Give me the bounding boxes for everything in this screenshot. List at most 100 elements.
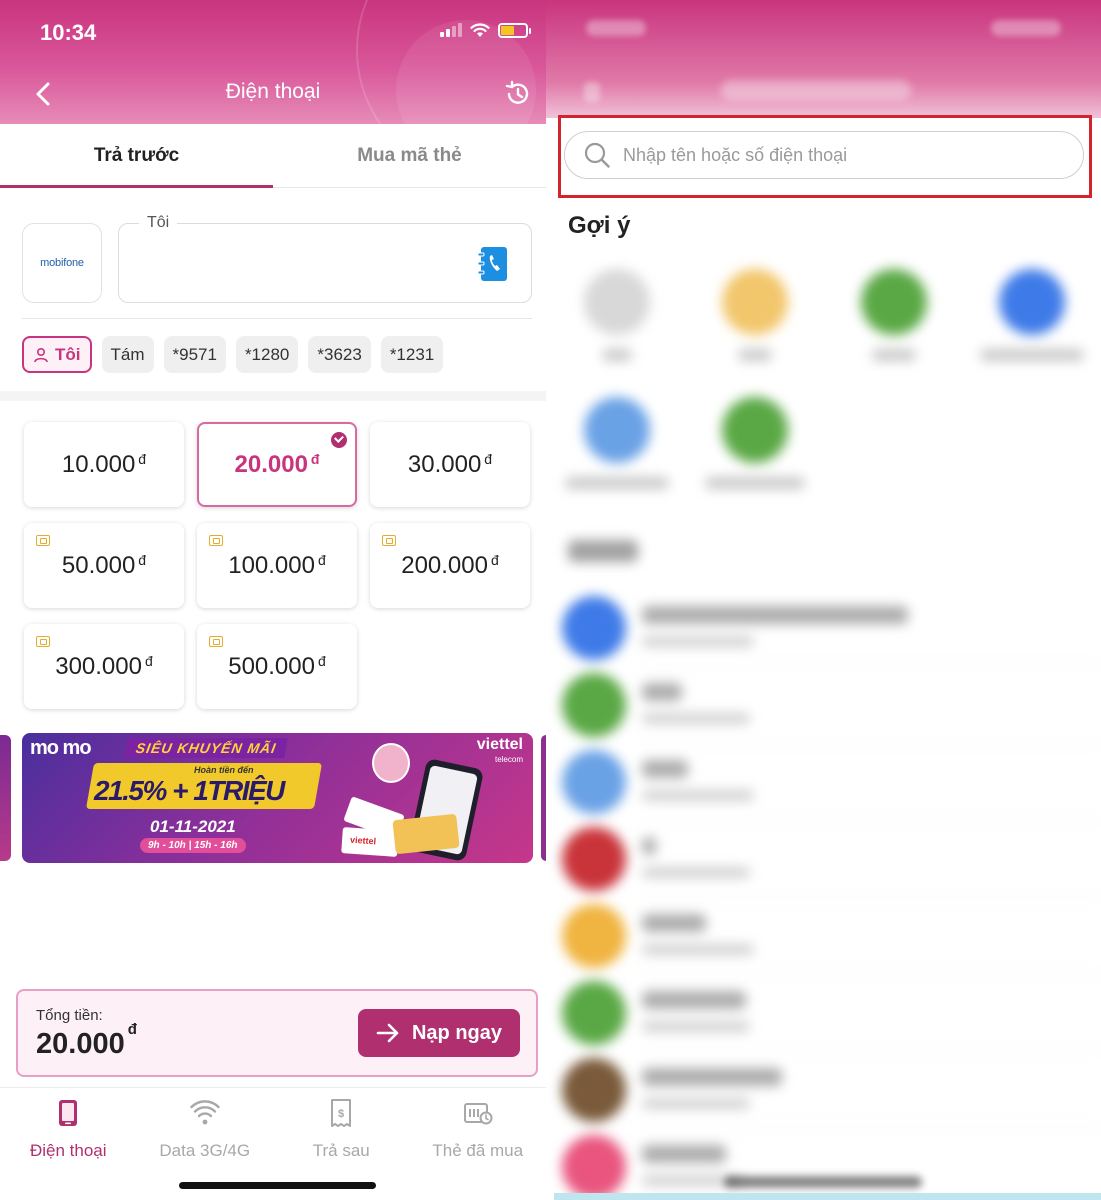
- topup-now-button[interactable]: Nạp ngay: [358, 1009, 520, 1057]
- voucher-icon: [209, 535, 223, 546]
- contact-row[interactable]: [562, 667, 1101, 743]
- avatar: [562, 1058, 626, 1122]
- currency-symbol: đ: [138, 551, 147, 568]
- chip-contact[interactable]: *9571: [163, 336, 226, 373]
- chip-contact[interactable]: *1231: [380, 336, 444, 373]
- tab-bar: Trả trước Mua mã thẻ: [0, 124, 546, 188]
- contact-row[interactable]: [562, 898, 1101, 974]
- voucher-icon: [36, 636, 50, 647]
- contact-book-icon[interactable]: [477, 246, 509, 282]
- suggested-contacts: [546, 265, 1101, 495]
- card-brand-text: viettel: [349, 834, 377, 847]
- suggested-contact[interactable]: [690, 269, 820, 361]
- suggested-contact[interactable]: [829, 269, 959, 361]
- chip-contact[interactable]: *1280: [235, 336, 299, 373]
- amount-option[interactable]: 10.000 đ: [24, 422, 184, 507]
- divider: [642, 973, 1101, 974]
- amount-option[interactable]: 500.000 đ: [197, 624, 357, 709]
- nav-purchased-cards[interactable]: Thẻ đã mua: [410, 1088, 547, 1200]
- recent-contacts-chips: Tôi Tám *9571 *1280 *3623 *1231: [22, 336, 444, 373]
- avatar: [562, 596, 626, 660]
- chip-me[interactable]: Tôi: [22, 336, 92, 373]
- amount-value: 30.000: [407, 450, 482, 478]
- contact-phone-blurred: [642, 636, 754, 647]
- back-button-blurred[interactable]: [584, 82, 600, 102]
- voucher-icon: [36, 535, 50, 546]
- currency-symbol: đ: [484, 450, 493, 467]
- all-contacts-title-blurred: [568, 540, 638, 562]
- avatar: [584, 397, 650, 463]
- amount-value: 100.000: [228, 551, 315, 579]
- carrier-selector[interactable]: mobifone: [22, 223, 102, 303]
- nav-phone[interactable]: Điện thoại: [0, 1088, 137, 1200]
- avatar: [722, 397, 788, 463]
- contact-name-blurred: [642, 606, 908, 624]
- cellular-signal-icon: [440, 23, 462, 37]
- currency-symbol: đ: [490, 551, 499, 568]
- sim-card-illustration: viettel: [341, 827, 399, 857]
- divider: [642, 665, 1101, 666]
- status-icons: [440, 22, 531, 38]
- currency-symbol: đ: [144, 652, 153, 669]
- amount-value: 500.000: [228, 652, 315, 680]
- amount-option[interactable]: 50.000 đ: [24, 523, 184, 608]
- avatar: [562, 1135, 626, 1199]
- suggested-contact[interactable]: [552, 397, 682, 489]
- svg-text:$: $: [338, 1108, 344, 1120]
- wifi-status-icon: [470, 23, 490, 37]
- viettel-logo-sub: telecom: [494, 755, 523, 764]
- currency-symbol: đ: [317, 652, 326, 669]
- tab-buy-card-code[interactable]: Mua mã thẻ: [273, 124, 546, 187]
- contact-row[interactable]: [562, 821, 1101, 897]
- tab-prepaid[interactable]: Trả trước: [0, 124, 273, 188]
- chip-contact[interactable]: *3623: [308, 336, 371, 373]
- suggested-contact[interactable]: [552, 269, 682, 361]
- person-icon: [34, 347, 48, 362]
- amount-value: 50.000: [61, 551, 136, 579]
- avatar: [562, 673, 626, 737]
- promo-banner[interactable]: mo mo viettel telecom SIÊU KHUYẾN MÃI Ho…: [22, 733, 533, 863]
- prev-banner-peek[interactable]: [0, 735, 11, 861]
- suggested-contact[interactable]: [967, 269, 1097, 361]
- section-separator: [0, 391, 546, 401]
- history-icon[interactable]: [504, 80, 532, 108]
- amount-option[interactable]: 30.000 đ: [370, 422, 530, 507]
- amount-option[interactable]: 100.000 đ: [197, 523, 357, 608]
- divider: [642, 742, 1101, 743]
- contact-row[interactable]: [562, 1052, 1101, 1128]
- currency-symbol: đ: [310, 450, 320, 467]
- nav-label: Điện thoại: [29, 1141, 107, 1160]
- contact-row[interactable]: [562, 744, 1101, 820]
- mascot-illustration: [372, 743, 410, 783]
- contact-row[interactable]: [562, 590, 1101, 666]
- basket-illustration: [392, 813, 460, 855]
- divider: [642, 819, 1101, 820]
- choose-recipient-screen: Gợi ý: [546, 0, 1101, 1200]
- phone-number-field[interactable]: Tôi: [118, 214, 532, 303]
- chip-label: Tôi: [55, 345, 81, 364]
- contact-row[interactable]: [562, 975, 1101, 1051]
- amount-option[interactable]: 300.000 đ: [24, 624, 184, 709]
- arrow-right-icon: [376, 1023, 399, 1043]
- bottom-band: [554, 1193, 1101, 1200]
- amount-value: 300.000: [55, 652, 142, 680]
- avatar: [562, 750, 626, 814]
- amount-grid: 10.000 đ 20.000 đ 30.000 đ 50.000 đ 100.000 đ 200.…: [24, 422, 532, 709]
- scroll-indicator: [724, 1176, 922, 1188]
- divider: [642, 896, 1101, 897]
- contact-name-blurred: [642, 837, 656, 855]
- purchased-cards-icon: [463, 1103, 493, 1125]
- suggested-contact[interactable]: [690, 397, 820, 489]
- contact-row[interactable]: [562, 1129, 1101, 1200]
- nav-label: Thẻ đã mua: [432, 1141, 524, 1160]
- contact-name-blurred: [642, 914, 706, 932]
- suggestions-title: Gợi ý: [568, 212, 631, 239]
- chip-contact[interactable]: Tám: [101, 336, 154, 373]
- contact-name-blurred: [642, 991, 746, 1009]
- divider: [642, 1050, 1101, 1051]
- promo-main-text: 21.5% + 1TRIỆU: [94, 775, 285, 806]
- amount-option-selected[interactable]: 20.000 đ: [197, 422, 357, 507]
- viettel-logo-text: viettel: [476, 736, 523, 753]
- avatar: [562, 827, 626, 891]
- amount-option[interactable]: 200.000 đ: [370, 523, 530, 608]
